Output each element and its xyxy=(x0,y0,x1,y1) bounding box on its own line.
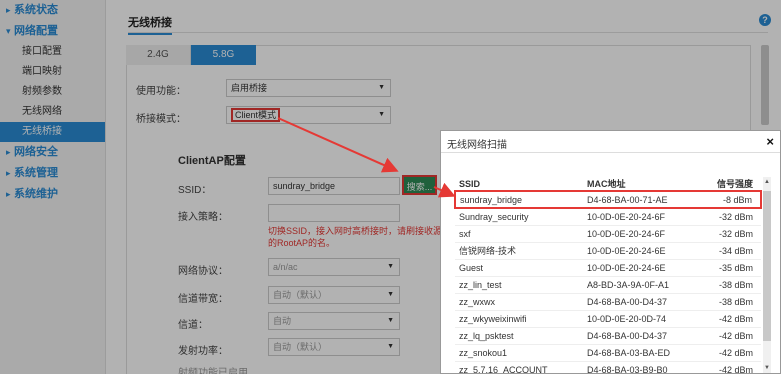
cell-mac: D4-68-BA-03-B9-B0 xyxy=(583,361,701,374)
cell-signal: -35 dBm xyxy=(701,259,761,277)
table-row[interactable]: sxf 10-0D-0E-20-24-6F -32 dBm xyxy=(455,225,761,243)
cell-ssid: sxf xyxy=(455,225,583,243)
cell-ssid: 信锐网络-技术 xyxy=(455,242,583,260)
table-row[interactable]: zz_wxwx D4-68-BA-00-D4-37 -38 dBm xyxy=(455,293,761,311)
table-row[interactable]: zz_snokou1 D4-68-BA-03-BA-ED -42 dBm xyxy=(455,344,761,362)
cell-signal: -42 dBm xyxy=(701,310,761,328)
close-icon[interactable]: × xyxy=(766,134,774,149)
cell-ssid: zz_5.7.16_ACCOUNT xyxy=(455,361,583,374)
cell-signal: -38 dBm xyxy=(701,276,761,294)
cell-ssid: Sundray_security xyxy=(455,208,583,226)
cell-mac: 10-0D-0E-20-24-6F xyxy=(583,208,701,226)
table-row[interactable]: 信锐网络-技术 10-0D-0E-20-24-6E -34 dBm xyxy=(455,242,761,260)
cell-signal: -32 dBm xyxy=(701,208,761,226)
column-header-signal: 信号强度 xyxy=(701,177,761,192)
dialog-title: 无线网络扫描 xyxy=(447,140,507,151)
cell-mac: D4-68-BA-00-D4-37 xyxy=(583,327,701,345)
wifi-scan-dialog: 无线网络扫描 × SSID MAC地址 信号强度 sundray_bridge D… xyxy=(440,130,781,374)
table-row[interactable]: zz_5.7.16_ACCOUNT D4-68-BA-03-B9-B0 -42 dB… xyxy=(455,361,761,374)
cell-mac: D4-68-BA-03-BA-ED xyxy=(583,344,701,362)
cell-mac: D4-68-BA-00-71-AE xyxy=(583,190,701,209)
cell-signal: -42 dBm xyxy=(701,327,761,345)
table-header-row: SSID MAC地址 信号强度 xyxy=(455,177,761,192)
cell-mac: 10-0D-0E-20-24-6E xyxy=(583,259,701,277)
table-row[interactable]: zz_lin_test A8-BD-3A-9A-0F-A1 -38 dBm xyxy=(455,276,761,294)
column-header-ssid: SSID xyxy=(455,177,583,192)
cell-ssid: zz_lq_psktest xyxy=(455,327,583,345)
cell-mac: A8-BD-3A-9A-0F-A1 xyxy=(583,276,701,294)
ssid-table: SSID MAC地址 信号强度 sundray_bridge D4-68-BA-0… xyxy=(454,177,762,374)
cell-signal: -38 dBm xyxy=(701,293,761,311)
cell-signal: -8 dBm xyxy=(701,190,762,209)
cell-mac: 10-0D-0E-20-0D-74 xyxy=(583,310,701,328)
cell-ssid: zz_wkyweixinwifi xyxy=(455,310,583,328)
table-row[interactable]: zz_lq_psktest D4-68-BA-00-D4-37 -42 dBm xyxy=(455,327,761,345)
table-row[interactable]: zz_wkyweixinwifi 10-0D-0E-20-0D-74 -42 dBm xyxy=(455,310,761,328)
cell-ssid: zz_snokou1 xyxy=(455,344,583,362)
scroll-down-icon[interactable]: ▼ xyxy=(763,363,771,373)
cell-signal: -32 dBm xyxy=(701,225,761,243)
cell-mac: 10-0D-0E-20-24-6E xyxy=(583,242,701,260)
dialog-header: 无线网络扫描 × xyxy=(441,131,780,153)
table-row[interactable]: Sundray_security 10-0D-0E-20-24-6F -32 dBm xyxy=(455,208,761,226)
cell-signal: -42 dBm xyxy=(701,344,761,362)
table-row[interactable]: sundray_bridge D4-68-BA-00-71-AE -8 dBm xyxy=(454,190,762,209)
scroll-up-icon[interactable]: ▲ xyxy=(763,177,771,187)
cell-mac: 10-0D-0E-20-24-6F xyxy=(583,225,701,243)
column-header-mac: MAC地址 xyxy=(583,177,701,192)
cell-ssid: zz_wxwx xyxy=(455,293,583,311)
dialog-scrollbar-thumb[interactable] xyxy=(763,191,771,341)
cell-signal: -42 dBm xyxy=(701,361,761,374)
cell-signal: -34 dBm xyxy=(701,242,761,260)
cell-ssid: Guest xyxy=(455,259,583,277)
table-row[interactable]: Guest 10-0D-0E-20-24-6E -35 dBm xyxy=(455,259,761,277)
cell-mac: D4-68-BA-00-D4-37 xyxy=(583,293,701,311)
cell-ssid: sundray_bridge xyxy=(454,190,583,209)
cell-ssid: zz_lin_test xyxy=(455,276,583,294)
